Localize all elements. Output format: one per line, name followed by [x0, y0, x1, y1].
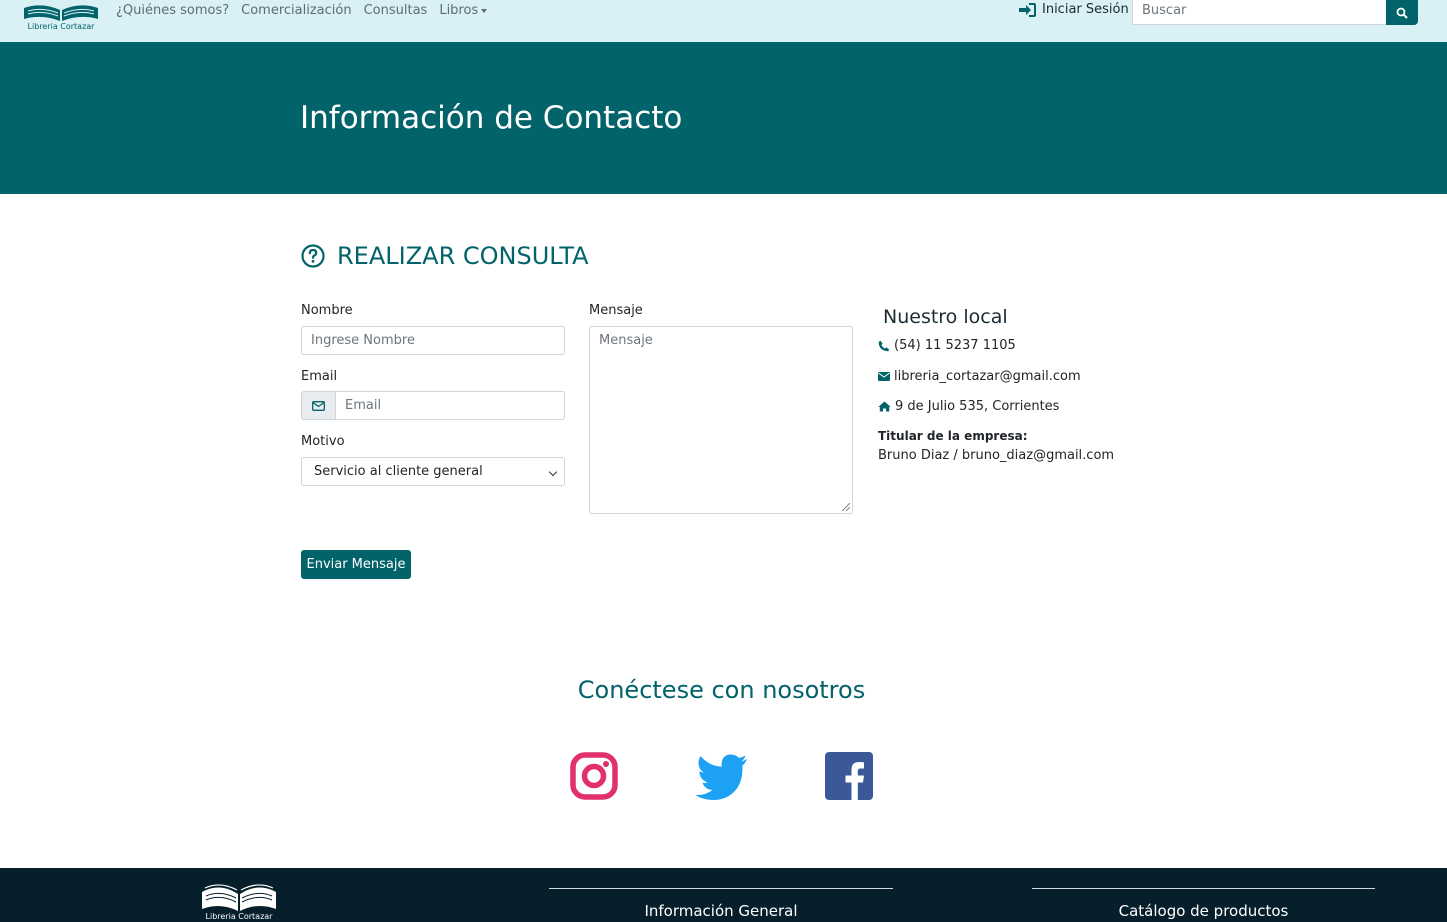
hero-banner: Información de Contacto [0, 42, 1447, 194]
local-title: Nuestro local [883, 306, 1008, 328]
footer-info-title: Información General [644, 902, 798, 920]
footer-brand-logo[interactable]: Libreria Cortazar [200, 878, 278, 922]
local-email: libreria_cortazar@gmail.com [878, 369, 1081, 384]
message-label: Mensaje [589, 303, 643, 318]
envelope-icon [312, 400, 325, 411]
local-phone-text: (54) 11 5237 1105 [894, 338, 1016, 353]
envelope-icon [878, 372, 890, 381]
brand-logo[interactable]: Libreria Cortazar [22, 0, 100, 36]
footer-divider [1032, 888, 1375, 889]
page-title: Información de Contacto [300, 100, 683, 136]
social-title: Conéctese con nosotros [577, 676, 866, 704]
login-label: Iniciar Sesión [1042, 2, 1129, 17]
owner-value: Bruno Diaz / bruno_diaz@gmail.com [878, 448, 1115, 463]
name-label: Nombre [301, 303, 353, 318]
nav-link-consultas[interactable]: Consultas [364, 3, 428, 18]
book-logo-icon [24, 5, 98, 21]
search-input[interactable]: Buscar [1132, 0, 1387, 25]
nav-link-comercializacion[interactable]: Comercialización [241, 3, 351, 18]
send-message-button[interactable]: Enviar Mensaje [301, 550, 411, 579]
question-circle-icon [301, 244, 325, 268]
reason-select[interactable]: Servicio al cliente general [301, 457, 565, 486]
nav-link-quienes-somos[interactable]: ¿Quiénes somos? [116, 3, 229, 18]
nav-dropdown-libros[interactable]: Libros [439, 3, 488, 18]
form-section-title: REALIZAR CONSULTA [301, 242, 589, 270]
navbar: Libreria Cortazar ¿Quiénes somos? Comerc… [0, 0, 1447, 42]
owner-label: Titular de la empresa: [878, 429, 1028, 443]
form-title-text: REALIZAR CONSULTA [337, 242, 589, 270]
reason-select-value: Servicio al cliente general [314, 464, 483, 479]
email-addon [301, 391, 336, 420]
email-input[interactable]: Email [335, 391, 565, 420]
resize-grip-icon[interactable] [842, 503, 850, 511]
message-placeholder: Mensaje [599, 333, 653, 348]
search-button[interactable] [1386, 0, 1418, 25]
facebook-icon[interactable] [825, 752, 873, 800]
twitter-icon[interactable] [695, 752, 747, 800]
local-phone: (54) 11 5237 1105 [878, 338, 1016, 353]
email-label: Email [301, 369, 338, 384]
search-icon [1396, 7, 1408, 19]
brand-name: Libreria Cortazar [27, 22, 95, 31]
book-logo-icon [202, 884, 276, 911]
footer-divider [549, 888, 893, 889]
chevron-down-icon [548, 467, 558, 477]
login-link[interactable]: Iniciar Sesión [1019, 2, 1129, 17]
reason-label: Motivo [301, 434, 345, 449]
home-icon [878, 401, 891, 412]
caret-down-icon [481, 8, 488, 13]
phone-icon [878, 340, 890, 351]
nav-menu: ¿Quiénes somos? Comercialización Consult… [116, 3, 488, 18]
local-address: 9 de Julio 535, Corrientes [878, 399, 1059, 414]
footer-brand-name: Libreria Cortazar [205, 912, 273, 921]
footer: Libreria Cortazar Información General Ca… [0, 868, 1447, 922]
name-input[interactable]: Ingrese Nombre [301, 326, 565, 355]
nav-link-libros: Libros [439, 3, 479, 18]
sign-in-icon [1019, 2, 1036, 17]
message-textarea[interactable]: Mensaje [589, 326, 853, 514]
local-email-text: libreria_cortazar@gmail.com [894, 369, 1081, 384]
local-address-text: 9 de Julio 535, Corrientes [895, 399, 1060, 414]
footer-catalog-title: Catálogo de productos [1118, 902, 1289, 920]
instagram-icon[interactable] [570, 752, 618, 800]
